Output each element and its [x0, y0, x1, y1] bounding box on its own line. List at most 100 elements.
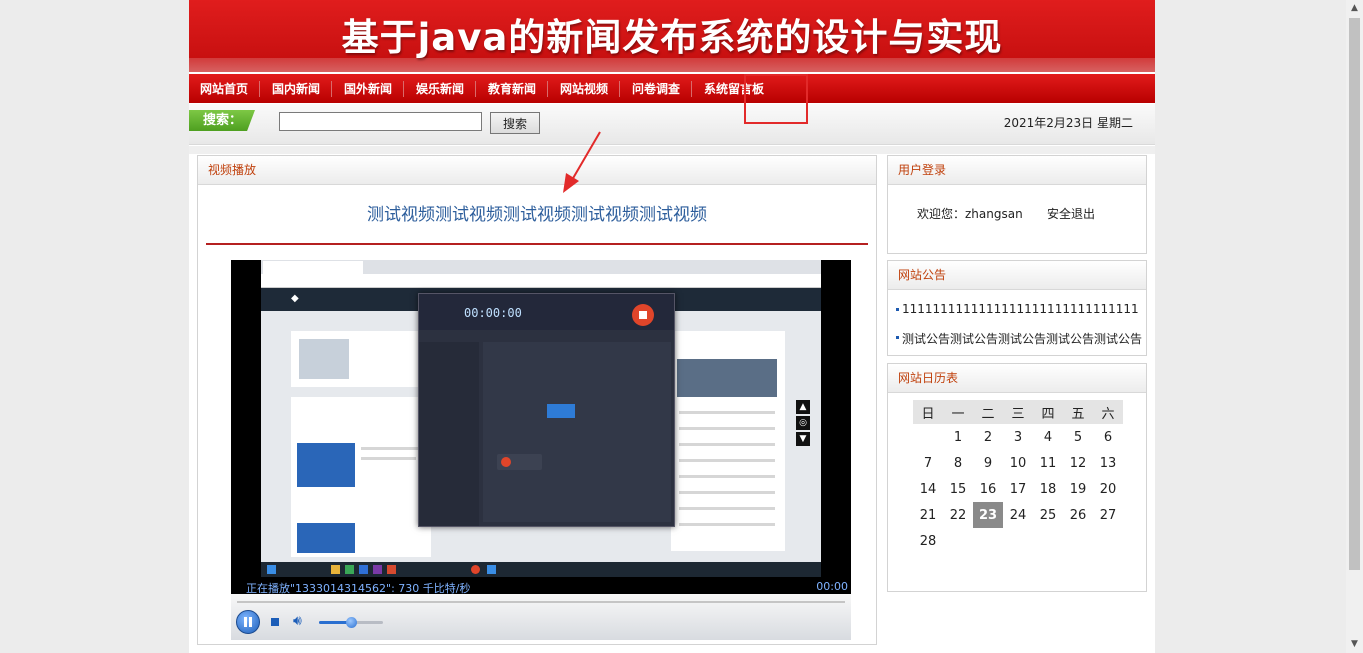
calendar-empty-cell [943, 528, 973, 554]
calendar-day[interactable]: 10 [1003, 450, 1033, 476]
recorded-text-line [679, 427, 775, 430]
current-date: 2021年2月23日 星期二 [1003, 116, 1133, 130]
page-scrollbar[interactable]: ▲ ▼ [1346, 0, 1363, 653]
notice-panel-title: 网站公告 [888, 261, 1146, 290]
notice-item[interactable]: 1111111111111111111111111111111 [896, 302, 1147, 316]
notice-item[interactable]: 测试公告测试公告测试公告测试公告测试公告 [896, 330, 1147, 347]
calendar-day[interactable]: 9 [973, 450, 1003, 476]
calendar-weekday: 四 [1033, 400, 1063, 424]
calendar-day[interactable]: 17 [1003, 476, 1033, 502]
calendar-day[interactable]: 25 [1033, 502, 1063, 528]
volume-slider[interactable] [319, 617, 383, 628]
calendar-day[interactable]: 27 [1093, 502, 1123, 528]
calendar-day[interactable]: 1 [943, 424, 973, 450]
calendar-weekday: 一 [943, 400, 973, 424]
calendar-empty-cell [913, 424, 943, 450]
search-bar: 搜索： 搜索 2021年2月23日 星期二 [189, 104, 1155, 145]
recorded-thumbnail [297, 523, 355, 553]
calendar-empty-cell [1093, 528, 1123, 554]
search-button[interactable]: 搜索 [490, 112, 540, 134]
calendar-weekday-row: 日一二三四五六 [913, 400, 1123, 424]
calendar-panel: 网站日历表 日一二三四五六 1 2 3 4 5 6 7 8 9 10 11 12 13 14 15 16 17 1… [887, 363, 1147, 592]
search-input[interactable] [279, 112, 482, 131]
nav-site-video[interactable]: 网站视频 [560, 74, 608, 103]
video-title: 测试视频测试视频测试视频测试视频测试视频 [367, 205, 707, 225]
calendar-week-row: 21 22 23 24 25 26 27 [913, 502, 1123, 528]
calendar-day[interactable]: 11 [1033, 450, 1063, 476]
recorded-card [671, 331, 785, 551]
player-controls: 🔊︎ [231, 594, 851, 640]
scroll-down-icon[interactable]: ▼ [1346, 636, 1363, 653]
calendar-day[interactable]: 16 [973, 476, 1003, 502]
chrome-icon [345, 565, 354, 574]
seek-bar[interactable] [237, 601, 845, 603]
calendar-weekday: 五 [1063, 400, 1093, 424]
calendar-day[interactable]: 28 [913, 528, 943, 554]
calendar-day[interactable]: 2 [973, 424, 1003, 450]
login-panel-title: 用户登录 [888, 156, 1146, 185]
calendar-weekday: 二 [973, 400, 1003, 424]
stop-icon[interactable] [271, 618, 279, 626]
calendar-day[interactable]: 3 [1003, 424, 1033, 450]
calendar-day[interactable]: 22 [943, 502, 973, 528]
nav-education-news[interactable]: 教育新闻 [488, 74, 536, 103]
app-icon [387, 565, 396, 574]
folder-icon [331, 565, 340, 574]
recorder-stop-button [497, 454, 542, 470]
nav-survey[interactable]: 问卷调查 [632, 74, 680, 103]
video-player[interactable]: ◆ ▲ ◎ ▼ 00:00:00 正在播放"1333014314562": 73… [231, 260, 851, 640]
recorded-text-line [679, 523, 775, 526]
annotation-highlight-box [744, 74, 808, 124]
calendar-day[interactable]: 20 [1093, 476, 1123, 502]
calendar-weekday: 六 [1093, 400, 1123, 424]
calendar-week-row: 28 [913, 528, 1123, 554]
recorded-text-line [679, 475, 775, 478]
volume-knob[interactable] [346, 617, 357, 628]
nav-home[interactable]: 网站首页 [200, 74, 248, 103]
calendar-panel-title: 网站日历表 [888, 364, 1146, 393]
nav-domestic-news[interactable]: 国内新闻 [272, 74, 320, 103]
calendar-day[interactable]: 23 [973, 502, 1003, 528]
calendar-day[interactable]: 24 [1003, 502, 1033, 528]
calendar-day[interactable]: 7 [913, 450, 943, 476]
calendar-day[interactable]: 12 [1063, 450, 1093, 476]
calendar-day[interactable]: 18 [1033, 476, 1063, 502]
recorded-thumbnail [677, 359, 777, 397]
recorded-text-line [361, 447, 421, 450]
circle-icon: ◎ [796, 416, 810, 430]
calendar-day[interactable]: 15 [943, 476, 973, 502]
logout-link[interactable]: 安全退出 [1047, 205, 1095, 222]
chevron-up-icon: ▲ [796, 400, 810, 414]
calendar-day[interactable]: 4 [1033, 424, 1063, 450]
calendar-day[interactable]: 19 [1063, 476, 1093, 502]
pause-icon[interactable] [236, 610, 260, 634]
video-frame[interactable]: ◆ ▲ ◎ ▼ 00:00:00 [261, 260, 821, 577]
recorded-taskbar [261, 562, 821, 577]
nav-foreign-news[interactable]: 国外新闻 [344, 74, 392, 103]
recorder-timer: 00:00:00 [464, 306, 522, 320]
calendar-day[interactable]: 5 [1063, 424, 1093, 450]
recorded-text-line [679, 491, 775, 494]
calendar-day[interactable]: 14 [913, 476, 943, 502]
scroll-up-icon[interactable]: ▲ [1346, 0, 1363, 17]
recorder-window: 00:00:00 [418, 293, 675, 527]
calendar-day[interactable]: 6 [1093, 424, 1123, 450]
recorded-text-line [679, 507, 775, 510]
scrollbar-thumb[interactable] [1349, 18, 1360, 570]
browser-tab [263, 261, 363, 274]
monitor-icon [547, 404, 575, 418]
calendar-day[interactable]: 8 [943, 450, 973, 476]
calendar-empty-cell [1003, 528, 1033, 554]
calendar-day[interactable]: 13 [1093, 450, 1123, 476]
welcome-text: 欢迎您：zhangsan [917, 207, 1023, 221]
calendar-day[interactable]: 21 [913, 502, 943, 528]
calendar-week-row: 123456 [913, 424, 1123, 450]
volume-icon[interactable]: 🔊︎ [293, 614, 302, 628]
nav-divider [547, 81, 548, 97]
app-icon [359, 565, 368, 574]
calendar-day[interactable]: 26 [1063, 502, 1093, 528]
chevron-down-icon: ▼ [796, 432, 810, 446]
nav-entertainment-news[interactable]: 娱乐新闻 [416, 74, 464, 103]
record-icon [632, 304, 654, 326]
recorded-scroll-arrows: ▲ ◎ ▼ [796, 400, 810, 448]
